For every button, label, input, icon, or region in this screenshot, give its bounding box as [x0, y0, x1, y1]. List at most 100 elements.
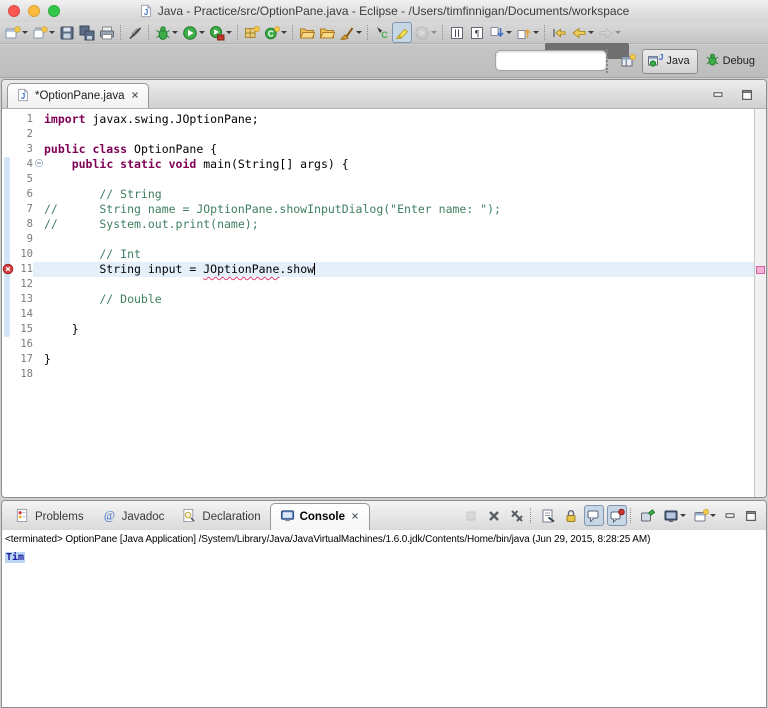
show-source-columns-button[interactable] [447, 22, 467, 43]
code-line-4[interactable]: 4 public static void main(String[] args)… [2, 157, 755, 172]
fold-column [33, 307, 44, 322]
console-view[interactable]: <terminated> OptionPane [Java Applicatio… [2, 530, 766, 707]
code-line-13[interactable]: 13 // Double [2, 292, 755, 307]
tab-console[interactable]: Console [269, 503, 370, 530]
dropdown-arrow-icon [49, 31, 55, 34]
dropdown-arrow-icon [226, 31, 232, 34]
close-tab-icon[interactable] [350, 511, 360, 524]
java-editor-button[interactable]: C [372, 22, 392, 43]
minimize-view-button[interactable] [721, 505, 739, 526]
show-stderr-button[interactable] [607, 505, 627, 526]
svg-text:C: C [381, 30, 388, 40]
display-console-button[interactable] [661, 505, 688, 526]
previous-annotation-button[interactable] [514, 22, 541, 43]
external-tools-button[interactable] [207, 22, 234, 43]
code-line-5[interactable]: 5 [2, 172, 755, 187]
open-type-button[interactable] [297, 22, 317, 43]
code-line-7[interactable]: 7 // String name = JOptionPane.showInputD… [2, 202, 755, 217]
svg-text:J: J [21, 91, 25, 100]
line-number: 9 [26, 233, 33, 245]
toolbar-separator [630, 508, 632, 523]
mark-occurrences-button[interactable] [392, 22, 412, 43]
code-line-18[interactable]: 18 [2, 367, 755, 382]
annotation-column [2, 142, 14, 157]
tab-label: Declaration [202, 511, 261, 523]
code-line-6[interactable]: 6 // String [2, 187, 755, 202]
scroll-lock-button[interactable] [561, 505, 581, 526]
open-element-button[interactable] [337, 22, 364, 43]
line-number: 8 [26, 218, 33, 230]
code-text: } [44, 322, 79, 336]
minimize-window-button[interactable] [28, 5, 40, 17]
new-java-project-button[interactable] [242, 22, 262, 43]
debug-button[interactable] [153, 22, 180, 43]
dropdown-arrow-icon [680, 514, 686, 517]
minimize-editor-button[interactable] [709, 86, 727, 104]
code-line-16[interactable]: 16 [2, 337, 755, 352]
annotation-column [2, 112, 14, 127]
run-button[interactable] [180, 22, 207, 43]
skip-breakpoints-button[interactable] [125, 22, 145, 43]
code-line-9[interactable]: 9 [2, 232, 755, 247]
new-wizard-button[interactable] [3, 22, 30, 43]
remove-launch-button[interactable] [484, 505, 504, 526]
line-number: 6 [26, 188, 33, 200]
editor-tab-optionpane[interactable]: J *OptionPane.java [7, 83, 149, 108]
maximize-editor-button[interactable] [738, 86, 756, 104]
console-toolbar [458, 505, 760, 526]
code-line-2[interactable]: 2 [2, 127, 755, 142]
code-line-11[interactable]: 11 String input = JOptionPane.show [2, 262, 755, 277]
save-button[interactable] [57, 22, 77, 43]
code-line-10[interactable]: 10 // Int [2, 247, 755, 262]
dropdown-arrow-icon [431, 31, 437, 34]
next-annotation-button[interactable] [487, 22, 514, 43]
code-line-17[interactable]: 17} [2, 352, 755, 367]
annotation-column [2, 292, 14, 307]
perspective-toolbar: J Java Debug [0, 43, 768, 78]
code-line-1[interactable]: 1 import javax.swing.JOptionPane; [2, 112, 755, 127]
code-text: String input = JOptionPane.show [44, 262, 755, 277]
code-editor[interactable]: 1 import javax.swing.JOptionPane; 2 3 public… [2, 109, 766, 497]
overview-error-marker[interactable] [756, 266, 765, 274]
code-line-12[interactable]: 12 [2, 277, 755, 292]
code-line-8[interactable]: 8 // System.out.print(name); [2, 217, 755, 232]
tab-declaration[interactable]: Declaration [173, 504, 269, 530]
code-line-15[interactable]: 15 } [2, 322, 755, 337]
search-button[interactable] [317, 22, 337, 43]
maximize-view-button[interactable] [742, 505, 760, 526]
perspective-debug-button[interactable]: Debug [700, 49, 763, 74]
save-all-button[interactable] [77, 22, 97, 43]
back-button[interactable] [569, 22, 596, 43]
toolbar-separator [544, 25, 546, 40]
overview-ruler[interactable] [754, 109, 766, 497]
open-perspective-button[interactable] [618, 51, 638, 72]
print-button[interactable] [97, 22, 117, 43]
tab-problems[interactable]: Problems [6, 504, 93, 530]
pin-console-button[interactable] [638, 505, 658, 526]
zoom-window-button[interactable] [48, 5, 60, 17]
annotation-column [2, 367, 14, 382]
close-tab-icon[interactable] [130, 90, 140, 103]
dropdown-arrow-icon [710, 514, 716, 517]
toolbar-separator [367, 25, 369, 40]
quick-access-input[interactable] [495, 50, 607, 71]
perspective-java-button[interactable]: J Java [642, 48, 698, 74]
open-console-button[interactable] [691, 505, 718, 526]
last-edit-location-button[interactable] [549, 22, 569, 43]
new-java-class-button[interactable]: C [262, 22, 289, 43]
show-stdout-button[interactable] [584, 505, 604, 526]
toolbar-separator [148, 25, 150, 40]
new-menu-button[interactable] [30, 22, 57, 43]
clear-console-button[interactable] [538, 505, 558, 526]
annotation-column [2, 277, 14, 292]
fold-column[interactable] [33, 157, 44, 172]
code-line-3[interactable]: 3 public class OptionPane { [2, 142, 755, 157]
dropdown-arrow-icon [533, 31, 539, 34]
show-whitespace-button[interactable]: ¶ [467, 22, 487, 43]
line-number: 17 [20, 353, 33, 365]
collapse-icon[interactable] [34, 157, 44, 172]
tab-javadoc[interactable]: @ Javadoc [93, 504, 174, 530]
close-window-button[interactable] [8, 5, 20, 17]
remove-all-launches-button[interactable] [507, 505, 527, 526]
code-line-14[interactable]: 14 [2, 307, 755, 322]
